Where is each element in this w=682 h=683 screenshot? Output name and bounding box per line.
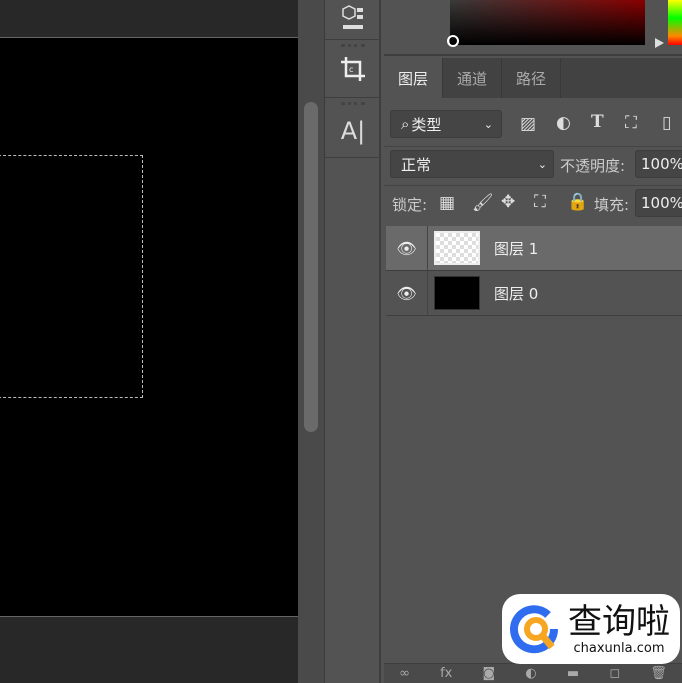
layer-name[interactable]: 图层 1 [494, 238, 538, 259]
type-filter-icon[interactable]: T [591, 112, 604, 132]
mask-icon[interactable]: ◙ [483, 666, 496, 681]
lock-all-icon[interactable]: 🔒 [567, 192, 588, 212]
selection-marquee [0, 155, 143, 398]
color-field[interactable] [450, 0, 645, 45]
hue-slider-handle[interactable] [655, 38, 664, 48]
scrollbar-thumb[interactable] [304, 102, 318, 432]
color-picker-cursor[interactable] [447, 35, 459, 47]
toolbar: c A| [325, 0, 381, 683]
link-icon[interactable]: ∞ [399, 666, 410, 681]
watermark-icon [510, 605, 559, 654]
folder-icon[interactable]: ▬ [567, 666, 579, 681]
chevron-down-icon: ⌄ [537, 157, 547, 171]
layer-filter-select[interactable]: ⌕ 类型 ⌄ [390, 110, 502, 138]
watermark-logo: 查询啦 chaxunla.com [502, 594, 680, 664]
type-tool[interactable]: A| [325, 98, 381, 158]
type-tool-icon: A| [340, 116, 366, 145]
search-icon: ⌕ [401, 115, 410, 133]
3d-tool-icon[interactable] [325, 0, 381, 40]
smart-object-filter-icon[interactable]: ▯ [662, 113, 671, 133]
fx-icon[interactable]: fx [440, 666, 452, 681]
image-filter-icon[interactable]: ▨ [520, 114, 536, 134]
layer-thumbnail [434, 276, 480, 310]
panel-tabs: 图层 通道 路径 [384, 58, 682, 98]
visibility-eye-icon[interactable]: 👁 [386, 226, 428, 270]
svg-text:c: c [349, 65, 353, 74]
layer-thumbnail [434, 231, 480, 265]
tab-channels[interactable]: 通道 [443, 58, 502, 98]
lock-label: 锁定: [392, 196, 428, 214]
adjustment-icon[interactable]: ◐ [525, 666, 536, 681]
layers-bottom-bar: ∞ fx ◙ ◐ ▬ ◻ 🗑 [384, 663, 682, 683]
tab-paths[interactable]: 路径 [502, 58, 561, 98]
layer-name[interactable]: 图层 0 [494, 283, 538, 304]
opacity-label: 不透明度: [560, 157, 626, 175]
tab-layers[interactable]: 图层 [384, 58, 443, 98]
lock-artboard-icon[interactable]: ⛶ [534, 192, 546, 212]
crop-tool[interactable]: c [325, 40, 381, 98]
new-layer-icon[interactable]: ◻ [609, 666, 620, 681]
hue-slider[interactable] [668, 0, 682, 45]
layer-row[interactable]: 👁 图层 1 [386, 226, 682, 271]
blend-mode-value: 正常 [401, 155, 432, 174]
shape-filter-icon[interactable]: ⛶ [625, 113, 637, 133]
lock-image-pixels-icon[interactable]: 🖌 [472, 193, 494, 213]
layer-row[interactable]: 👁 图层 0 [386, 271, 682, 316]
watermark-name: 查询啦 [568, 601, 670, 642]
chevron-down-icon: ⌄ [483, 117, 493, 131]
fill-label: 填充: [594, 196, 630, 214]
adjustment-filter-icon[interactable]: ◐ [556, 113, 571, 133]
filter-label: 类型 [411, 115, 442, 134]
opacity-input[interactable]: 100% [635, 150, 682, 178]
blend-mode-select[interactable]: 正常 ⌄ [390, 150, 554, 178]
fill-input[interactable]: 100% [635, 189, 682, 217]
visibility-eye-icon[interactable]: 👁 [386, 271, 428, 315]
lock-transparent-pixels-icon[interactable]: ▦ [439, 193, 455, 213]
watermark-url: chaxunla.com [573, 640, 665, 656]
lock-position-icon[interactable]: ✥ [501, 192, 515, 212]
crop-icon: c [341, 56, 365, 81]
trash-icon[interactable]: 🗑 [650, 666, 667, 681]
